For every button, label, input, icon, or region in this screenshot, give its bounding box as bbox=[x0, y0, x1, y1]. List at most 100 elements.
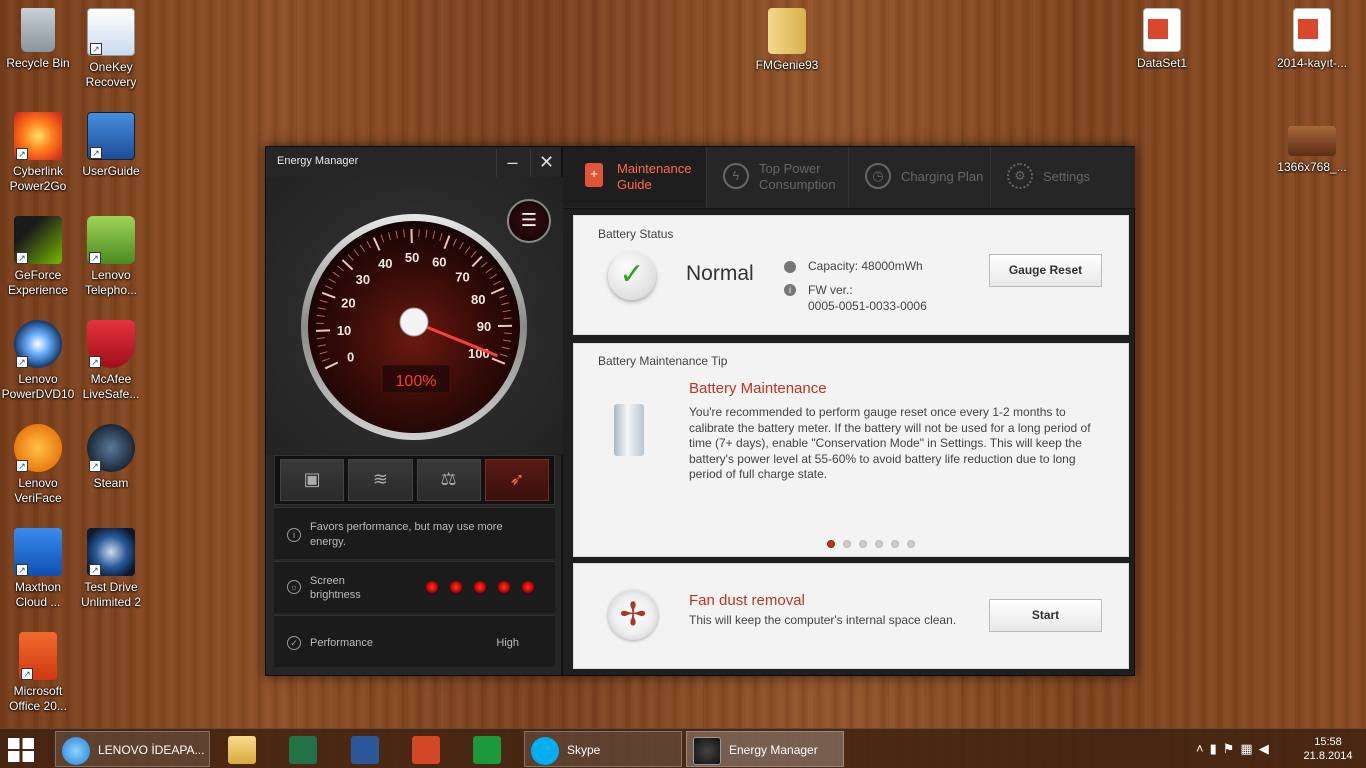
desktop-icon-recycle-bin[interactable]: Recycle Bin bbox=[0, 8, 76, 71]
desktop-icon-fmgenie93[interactable]: FMGenie93 bbox=[749, 8, 825, 73]
desktop-icon-mcafee-livesafe[interactable]: ↗ McAfee LiveSafe... bbox=[73, 320, 149, 402]
battery-saving-mode-button[interactable]: ≋ bbox=[348, 459, 413, 501]
desktop-icon-steam[interactable]: ↗ Steam bbox=[73, 424, 149, 491]
brightness-level-dot[interactable] bbox=[426, 581, 438, 593]
desktop-icon-label: 1366x768_... bbox=[1277, 160, 1347, 174]
taskbar-ie-label: LENOVO İDEAPA... bbox=[98, 743, 205, 757]
desktop-icon-1366x768[interactable]: 1366x768_... bbox=[1274, 126, 1350, 175]
fan-title: Fan dust removal bbox=[689, 592, 805, 609]
performance-mode-button[interactable]: ➶ bbox=[484, 459, 549, 501]
desktop-icon-lenovo-veriface[interactable]: ↗ Lenovo VeriFace bbox=[0, 424, 76, 506]
desktop-icon-label: Lenovo Telepho... bbox=[84, 268, 138, 297]
start-button[interactable] bbox=[8, 731, 42, 767]
powerpoint-icon bbox=[412, 735, 440, 764]
tip-page-dot[interactable] bbox=[827, 540, 835, 548]
taskbar-skype[interactable]: Skype bbox=[524, 731, 682, 767]
tip-body: You're recommended to perform gauge rese… bbox=[689, 405, 1091, 481]
tab-top-power-consumption[interactable]: ϟ Top Power Consumption bbox=[707, 147, 849, 207]
office-icon: ↗ bbox=[19, 632, 57, 680]
taskbar-store[interactable] bbox=[467, 731, 513, 767]
steam-icon: ↗ bbox=[87, 424, 135, 472]
battery-status-value: Normal bbox=[686, 262, 754, 285]
taskbar-excel[interactable] bbox=[283, 731, 329, 767]
show-hidden-icons-icon[interactable]: ˄ bbox=[1196, 741, 1210, 756]
taskbar-energy-manager[interactable]: Energy Manager bbox=[686, 731, 844, 767]
clock[interactable]: 15:58 21.8.2014 bbox=[1298, 731, 1358, 767]
pdf-file-icon bbox=[1293, 8, 1331, 52]
shortcut-arrow-icon: ↗ bbox=[16, 148, 28, 160]
performance-label: Performance bbox=[310, 637, 373, 649]
gauge-readout: 100% bbox=[396, 373, 437, 390]
desktop-icon-label: Recycle Bin bbox=[6, 56, 70, 70]
tip-page-dot[interactable] bbox=[843, 540, 851, 548]
fan-dust-card: ✢ Fan dust removal This will keep the co… bbox=[573, 563, 1129, 669]
brightness-level-dot[interactable] bbox=[498, 581, 510, 593]
gauge-tick-label: 20 bbox=[341, 296, 355, 311]
brightness-indicator bbox=[414, 581, 534, 596]
tab-maintenance-guide[interactable]: + Maintenance Guide bbox=[565, 147, 707, 207]
desktop-icon-geforce-experience[interactable]: ↗ GeForce Experience bbox=[0, 216, 76, 298]
quiet-mode-button[interactable]: ▣ bbox=[280, 459, 345, 501]
desktop-icon-maxthon-cloud[interactable]: ↗ Maxthon Cloud ... bbox=[0, 528, 76, 610]
desktop-icon-dataset1[interactable]: DataSet1 bbox=[1124, 8, 1200, 71]
gear-icon: ⚙ bbox=[1007, 163, 1033, 189]
desktop-icon-label: Lenovo PowerDVD10 bbox=[1, 372, 75, 401]
desktop-icon-lenovo-powerdvd10[interactable]: ↗ Lenovo PowerDVD10 bbox=[0, 320, 76, 402]
desktop-icon-userguide[interactable]: ↗ UserGuide bbox=[73, 112, 149, 179]
desktop-icon-test-drive-unlimited-2[interactable]: ↗ Test Drive Unlimited 2 bbox=[73, 528, 149, 610]
action-center-icon[interactable]: ⚑ bbox=[1223, 741, 1241, 756]
gauge-minor-tick bbox=[503, 332, 512, 335]
desktop-icon-label: FMGenie93 bbox=[755, 58, 819, 72]
start-button[interactable]: Start bbox=[989, 599, 1102, 632]
shortcut-arrow-icon: ↗ bbox=[16, 460, 28, 472]
shortcut-arrow-icon: ↗ bbox=[16, 356, 28, 368]
gauge-hub bbox=[399, 307, 429, 337]
tab-charging-plan[interactable]: ◷ Charging Plan bbox=[849, 147, 991, 207]
desktop-icon-2014-kayit[interactable]: 2014-kayıt-... bbox=[1274, 8, 1350, 71]
tab-bar: + Maintenance Guide ϟ Top Power Consumpt… bbox=[565, 147, 1135, 209]
image-file-icon bbox=[1288, 126, 1336, 156]
battery-tray-icon[interactable]: ▮ bbox=[1210, 741, 1223, 756]
desktop-icon-lenovo-telephony[interactable]: ↗ Lenovo Telepho... bbox=[73, 216, 149, 298]
tip-page-dot[interactable] bbox=[859, 540, 867, 548]
taskbar-ie[interactable]: LENOVO İDEAPA... bbox=[55, 731, 210, 767]
taskbar-word[interactable] bbox=[345, 731, 391, 767]
ie-icon bbox=[62, 736, 90, 765]
shortcut-arrow-icon: ↗ bbox=[89, 564, 101, 576]
tip-pager bbox=[574, 535, 1128, 553]
fw-label: FW ver.: bbox=[808, 283, 853, 297]
info-icon: i bbox=[287, 528, 301, 542]
folder-icon bbox=[228, 735, 256, 764]
gauge-tick-label: 40 bbox=[378, 256, 392, 271]
close-button[interactable]: ✕ bbox=[530, 149, 562, 177]
desktop-icon-cyberlink-power2go[interactable]: ↗ Cyberlink Power2Go bbox=[0, 112, 76, 194]
taskbar-file-explorer[interactable] bbox=[222, 731, 268, 767]
desktop-icon-label: OneKey Recovery bbox=[85, 60, 137, 89]
balanced-mode-button[interactable]: ⚖ bbox=[416, 459, 481, 501]
check-icon: ✓ bbox=[608, 252, 656, 300]
maxthon-icon: ↗ bbox=[14, 528, 62, 576]
desktop-icon-label: McAfee LiveSafe... bbox=[82, 372, 140, 401]
tip-page-dot[interactable] bbox=[875, 540, 883, 548]
menu-button[interactable]: ☰ bbox=[507, 199, 551, 243]
pdf-file-icon bbox=[1143, 8, 1181, 52]
tab-settings[interactable]: ⚙ Settings bbox=[991, 147, 1133, 207]
minimize-button[interactable]: – bbox=[496, 149, 528, 177]
tip-page-dot[interactable] bbox=[891, 540, 899, 548]
desktop-icon-onekey-recovery[interactable]: ↗ OneKey Recovery bbox=[73, 8, 149, 90]
brightness-level-dot[interactable] bbox=[522, 581, 534, 593]
brightness-level-dot[interactable] bbox=[474, 581, 486, 593]
desktop-icon-label: GeForce Experience bbox=[7, 268, 69, 297]
tip-page-dot[interactable] bbox=[907, 540, 915, 548]
desktop-icon-microsoft-office[interactable]: ↗ Microsoft Office 20... bbox=[0, 632, 76, 714]
mode-description: i Favors performance, but may use more e… bbox=[274, 507, 555, 559]
performance-value: High bbox=[496, 637, 519, 649]
network-icon[interactable]: ▦ bbox=[1240, 741, 1258, 756]
bulb-icon: ☼ bbox=[287, 580, 301, 594]
taskbar-powerpoint[interactable] bbox=[406, 731, 452, 767]
gauge-reset-button[interactable]: Gauge Reset bbox=[989, 254, 1102, 287]
brightness-level-dot[interactable] bbox=[450, 581, 462, 593]
volume-icon[interactable]: ◀ bbox=[1259, 741, 1275, 756]
fw-value: 0005-0051-0033-0006 bbox=[808, 299, 927, 313]
desktop-icon-label: DataSet1 bbox=[1136, 56, 1188, 70]
